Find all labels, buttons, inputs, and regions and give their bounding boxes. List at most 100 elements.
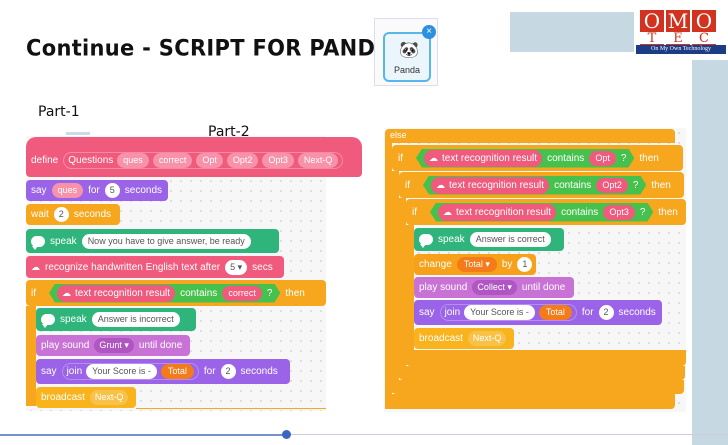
define-arg[interactable]: Opt xyxy=(196,152,223,168)
define-arg[interactable]: correct xyxy=(152,152,193,168)
then-label: then xyxy=(658,206,678,218)
if-label: if xyxy=(31,287,36,299)
define-arg[interactable]: ques xyxy=(117,152,149,168)
speech-icon xyxy=(419,234,433,248)
play-sound-label: play sound xyxy=(41,340,90,351)
logo-letter: E xyxy=(666,32,690,45)
contains-arg[interactable]: Opt xyxy=(589,151,616,166)
say-label: say xyxy=(31,185,47,196)
broadcast-block[interactable]: broadcast Next-Q xyxy=(36,387,136,408)
recognition-label: text recognition result xyxy=(449,179,545,191)
progress-track xyxy=(290,434,728,435)
sound-dropdown[interactable]: Grunt ▾ xyxy=(94,338,134,353)
change-variable-block[interactable]: change Total ▾ by 1 xyxy=(414,254,536,275)
page-title: Continue - SCRIPT FOR PANDA xyxy=(26,35,392,61)
message-dropdown[interactable]: Next-Q xyxy=(467,331,507,346)
total-variable[interactable]: Total xyxy=(160,364,194,379)
play-sound-block[interactable]: play sound Grunt ▾ until done xyxy=(36,335,190,356)
recognition-icon: ☁ xyxy=(31,261,40,272)
for-label: for xyxy=(581,307,594,318)
then-label: then xyxy=(285,287,305,299)
speak-label: speak xyxy=(60,314,87,325)
else-block[interactable] xyxy=(385,129,675,143)
question-mark: ? xyxy=(639,206,646,218)
join-label: join xyxy=(66,366,83,377)
contains-condition[interactable]: ☁ text recognition result contains corre… xyxy=(49,284,280,303)
secs-dropdown[interactable]: 5 ▾ xyxy=(225,259,248,275)
recognition-icon: ☁ xyxy=(436,179,445,190)
if-bottom-edge xyxy=(136,408,326,409)
if-header: if ☁ text recognition result contains Op… xyxy=(400,174,676,196)
seconds-label: seconds xyxy=(240,366,278,377)
recognition-reporter[interactable]: ☁ text recognition result xyxy=(431,177,549,194)
say-arg[interactable]: ques xyxy=(51,183,84,198)
seconds-input[interactable]: 5 xyxy=(104,183,120,198)
change-value-input[interactable]: 1 xyxy=(517,257,533,272)
speak-text-input[interactable]: Now you have to give answer, be ready xyxy=(81,233,251,249)
logo-letter: O xyxy=(640,10,664,32)
until-done-label: until done xyxy=(138,340,183,351)
speak-text-input[interactable]: Answer is correct xyxy=(469,232,551,247)
side-band xyxy=(692,52,728,445)
question-mark: ? xyxy=(266,287,273,299)
join-reporter[interactable]: join Your Score is - Total xyxy=(61,363,199,380)
say-block[interactable]: say join Your Score is - Total for 2 sec… xyxy=(36,359,290,384)
play-sound-block[interactable]: play sound Collect ▾ until done xyxy=(414,277,574,298)
sound-dropdown[interactable]: Collect ▾ xyxy=(472,280,517,295)
if-label: if xyxy=(405,179,410,191)
recognition-reporter[interactable]: ☁ text recognition result xyxy=(424,150,542,167)
recognition-reporter[interactable]: ☁ text recognition result xyxy=(438,204,556,221)
wait-block[interactable]: wait 2 seconds xyxy=(26,204,120,225)
say-label: say xyxy=(419,307,435,318)
contains-condition[interactable]: ☁ text recognition result contains Opt2 … xyxy=(423,176,646,195)
join-text-input[interactable]: Your Score is - xyxy=(464,305,535,320)
define-block[interactable]: define Questions ques correct Opt Opt2 O… xyxy=(26,137,362,177)
define-label: define xyxy=(31,154,59,166)
sprite-thumbnail[interactable]: 🐼 Panda xyxy=(383,32,431,82)
total-variable[interactable]: Total xyxy=(538,305,572,320)
seconds-input[interactable]: 2 xyxy=(598,305,614,320)
close-icon[interactable]: × xyxy=(422,25,436,39)
say-block[interactable]: say join Your Score is - Total for 2 sec… xyxy=(414,300,662,325)
say-block[interactable]: say ques for 5 seconds xyxy=(26,180,168,201)
recognize-block[interactable]: ☁ recognize handwritten English text aft… xyxy=(26,256,284,278)
then-label: then xyxy=(651,179,671,191)
for-label: for xyxy=(203,366,216,377)
define-arg[interactable]: Opt3 xyxy=(262,152,294,168)
define-arg[interactable]: Opt2 xyxy=(226,152,259,168)
if-arm xyxy=(392,171,399,393)
seconds-label: seconds xyxy=(124,185,163,196)
join-text-input[interactable]: Your Score is - xyxy=(86,364,157,379)
speech-icon xyxy=(41,314,55,328)
recognition-reporter[interactable]: ☁ text recognition result xyxy=(57,285,175,302)
panda-icon: 🐼 xyxy=(399,42,419,59)
contains-condition[interactable]: ☁ text recognition result contains Opt ? xyxy=(416,149,634,168)
speak-block[interactable]: speak Now you have to give answer, be re… xyxy=(26,229,279,253)
seconds-input[interactable]: 2 xyxy=(220,364,236,379)
join-reporter[interactable]: join Your Score is - Total xyxy=(439,304,577,321)
question-mark: ? xyxy=(620,152,627,164)
define-arg[interactable]: Next-Q xyxy=(297,152,339,168)
scroll-marker xyxy=(66,132,90,135)
broadcast-block[interactable]: broadcast Next-Q xyxy=(414,328,514,349)
variable-dropdown[interactable]: Total ▾ xyxy=(456,257,497,272)
contains-arg[interactable]: correct xyxy=(222,286,262,301)
if-arm xyxy=(26,306,36,406)
progress-handle[interactable] xyxy=(282,430,291,439)
seconds-label: seconds xyxy=(73,209,112,220)
speak-block[interactable]: speak Answer is correct xyxy=(414,228,564,251)
wait-input[interactable]: 2 xyxy=(53,207,69,222)
speak-text-input[interactable]: Answer is incorrect xyxy=(91,312,180,327)
speak-block[interactable]: speak Answer is incorrect xyxy=(36,308,196,331)
define-prototype[interactable]: Questions ques correct Opt Opt2 Opt3 Nex… xyxy=(63,151,344,169)
contains-arg[interactable]: Opt2 xyxy=(596,178,628,193)
until-done-label: until done xyxy=(521,282,566,293)
for-label: for xyxy=(88,185,100,196)
message-dropdown[interactable]: Next-Q xyxy=(89,390,129,405)
contains-condition[interactable]: ☁ text recognition result contains Opt3 … xyxy=(430,203,653,222)
else-label: else xyxy=(390,130,407,140)
contains-arg[interactable]: Opt3 xyxy=(603,205,635,220)
sprite-name: Panda xyxy=(393,65,421,75)
recognition-label: text recognition result xyxy=(456,206,552,218)
sprite-card[interactable]: 🐼 Panda × xyxy=(374,18,438,86)
